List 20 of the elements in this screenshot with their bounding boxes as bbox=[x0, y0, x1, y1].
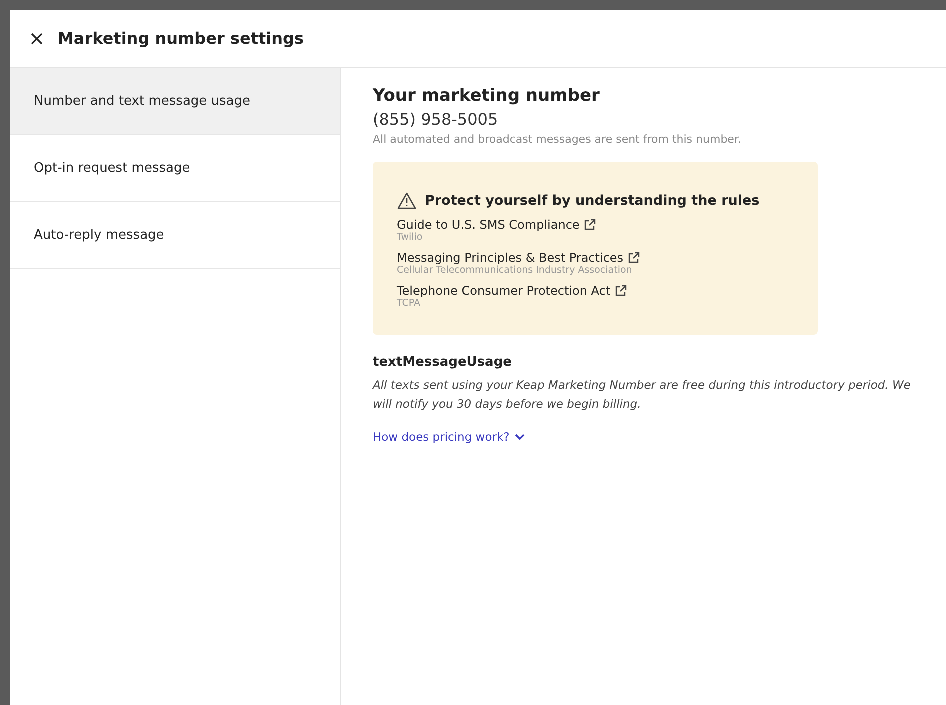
resource-link[interactable]: Guide to U.S. SMS Compliance bbox=[397, 218, 580, 232]
resource-source: TCPA bbox=[397, 298, 422, 309]
resource-link[interactable]: Messaging Principles & Best Practices bbox=[397, 251, 624, 265]
usage-text: All texts sent using your Keap Marketing Number are free during this introductory period. We will notify you 30 days before we begin billing. bbox=[373, 377, 912, 413]
resource-source: Twilio bbox=[397, 232, 424, 243]
sidebar-item[interactable]: Number and text message usage bbox=[10, 68, 340, 135]
resource-link[interactable]: Telephone Consumer Protection Act bbox=[397, 284, 611, 298]
warning-icon bbox=[397, 192, 417, 210]
phone-number: (855) 958-5005 bbox=[373, 110, 500, 129]
notice-title: Protect yourself by understanding the rules bbox=[425, 193, 760, 209]
number-note: All automated and broadcast messages are sent from this number. bbox=[373, 133, 742, 146]
close-icon[interactable] bbox=[30, 32, 44, 46]
resource-source: Cellular Telecommunications Industry Association bbox=[397, 265, 634, 276]
external-link-icon bbox=[628, 252, 640, 264]
window-title: Marketing number settings bbox=[58, 29, 304, 48]
external-link-icon bbox=[584, 219, 596, 231]
external-link-icon bbox=[614, 285, 627, 297]
pricing-link[interactable]: How does pricing work? bbox=[373, 430, 525, 444]
usage-heading: textMessageUsage bbox=[373, 355, 513, 370]
section-heading: Your marketing number bbox=[373, 86, 601, 106]
